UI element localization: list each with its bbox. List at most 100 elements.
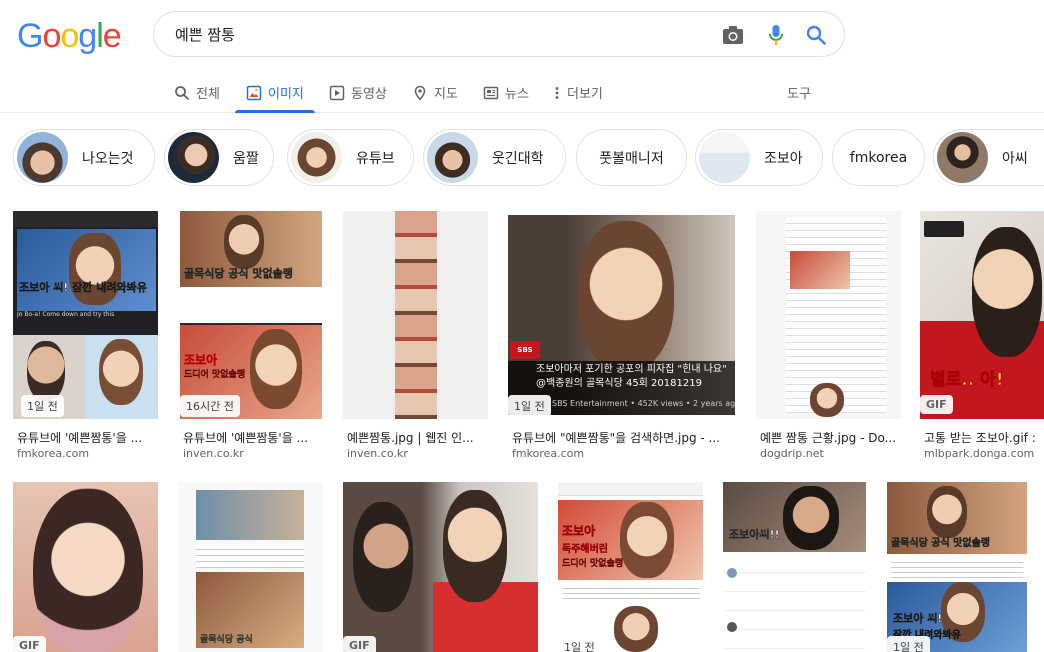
image-result[interactable]: 골목식당 공식 bbox=[178, 482, 323, 652]
image-result[interactable]: 예쁜 짬통 근황.jpg - Do... dogdrip.net bbox=[756, 211, 901, 461]
chip-thumbnail bbox=[291, 132, 342, 183]
chip[interactable]: fmkorea bbox=[832, 129, 925, 186]
tools-button[interactable]: 도구 bbox=[787, 72, 811, 113]
search-input[interactable] bbox=[175, 25, 715, 43]
chip-label: 움짤 bbox=[233, 150, 259, 167]
tab-label: 동영상 bbox=[351, 87, 387, 102]
gif-badge: GIF bbox=[343, 636, 376, 652]
result-source: inven.co.kr bbox=[183, 447, 244, 460]
time-badge: 1일 전 bbox=[558, 636, 601, 652]
chip-label: 나오는것 bbox=[82, 150, 134, 167]
time-badge: 1일 전 bbox=[887, 636, 930, 652]
chip[interactable]: 움짤 bbox=[164, 129, 274, 186]
thumbnail-overlay-text: 골목식당 공식 맛없솔랭 bbox=[184, 267, 293, 280]
thumbnail-overlay-text: 독주해버린 bbox=[562, 544, 608, 555]
chip-thumbnail bbox=[17, 132, 68, 183]
result-thumbnail bbox=[343, 211, 488, 419]
result-source: fmkorea.com bbox=[512, 447, 585, 460]
image-result[interactable]: GIF bbox=[343, 482, 538, 652]
thumbnail-overlay-text: 별로.. 아! bbox=[930, 370, 1004, 391]
microphone-icon[interactable] bbox=[764, 23, 788, 47]
thumbnail-overlay-text: 조보아 bbox=[562, 524, 596, 539]
time-badge: 1일 전 bbox=[508, 395, 551, 417]
tab-news[interactable]: 뉴스 bbox=[483, 72, 529, 113]
result-title: 유튜브에 '예쁜짬통'을 ... bbox=[183, 431, 309, 445]
thumbnail-overlay-text: 조보아 씨! 잠깐 내려와봐유 bbox=[19, 281, 147, 294]
image-result[interactable]: 조보아 독주해버린 드디어 맛없솔랭 1일 전 bbox=[558, 482, 703, 652]
thumbnail-overlay-text: 드디어 맛없솔랭 bbox=[562, 559, 624, 569]
google-logo[interactable]: Google bbox=[17, 17, 122, 56]
image-result[interactable]: 별로.. 아! GIF 고통 받는 조보아.gif : mlbpark.dong… bbox=[920, 211, 1044, 461]
result-title: 예쁜 짬통 근황.jpg - Do... bbox=[760, 431, 897, 445]
chip-label: 풋볼매니저 bbox=[599, 150, 664, 167]
time-badge: 1일 전 bbox=[21, 395, 64, 417]
image-icon bbox=[246, 85, 262, 100]
time-badge: 16시간 전 bbox=[180, 395, 240, 417]
chip-label: 조보아 bbox=[764, 150, 803, 167]
tab-label: 뉴스 bbox=[505, 87, 529, 102]
gif-badge: GIF bbox=[13, 636, 46, 652]
thumbnail-caption: Jo Bo-a! Come down and try this bbox=[17, 311, 115, 318]
video-icon bbox=[329, 85, 345, 100]
tab-all[interactable]: 전체 bbox=[174, 72, 220, 113]
result-title: 고통 받는 조보아.gif : bbox=[924, 431, 1036, 445]
logo-letter: o bbox=[42, 17, 61, 55]
sbs-logo: SBS bbox=[510, 341, 540, 359]
chip[interactable]: 나오는것 bbox=[13, 129, 155, 186]
chip-thumbnail bbox=[168, 132, 219, 183]
logo-letter: g bbox=[78, 17, 97, 55]
thumbnail-subcaption: SBS Entertainment • 452K views • 2 years… bbox=[552, 399, 735, 408]
more-vert-icon bbox=[555, 86, 559, 99]
image-result[interactable]: 조보아씨!! bbox=[723, 482, 866, 652]
thumbnail-overlay-text: 골목식당 공식 맛없솔랭 bbox=[891, 538, 990, 549]
tab-videos[interactable]: 동영상 bbox=[329, 72, 387, 113]
chip-label: 유튜브 bbox=[356, 150, 395, 167]
thumbnail-overlay-text: 조보아 bbox=[184, 353, 218, 368]
chip[interactable]: 풋볼매니저 bbox=[576, 129, 687, 186]
result-thumbnail bbox=[756, 211, 901, 419]
thumbnail-overlay-text: 조보아 씨! bbox=[893, 612, 943, 625]
chip-thumbnail bbox=[427, 132, 478, 183]
thumbnail-overlay-text: 조보아씨!! bbox=[729, 528, 780, 541]
tab-label: 더보기 bbox=[567, 87, 603, 102]
tab-more[interactable]: 더보기 bbox=[553, 72, 603, 113]
result-source: mlbpark.donga.com bbox=[924, 447, 1035, 460]
tools-label: 도구 bbox=[787, 87, 811, 102]
search-box bbox=[153, 11, 845, 57]
result-thumbnail: 별로.. 아! bbox=[920, 211, 1044, 419]
result-source: inven.co.kr bbox=[347, 447, 408, 460]
result-thumbnail: 골목식당 공식 맛없솔랭 조보아 드디어 맛없솔랭 bbox=[180, 211, 322, 419]
result-title: 예쁜짬통.jpg | 웹진 인... bbox=[347, 431, 474, 445]
logo-letter: e bbox=[102, 17, 122, 55]
result-thumbnail: 조보아 씨! 잠깐 내려와봐유 Jo Bo-a! Come down and t… bbox=[13, 211, 158, 419]
image-result[interactable]: GIF bbox=[13, 482, 158, 652]
tab-images[interactable]: 이미지 bbox=[235, 72, 315, 113]
gif-badge: GIF bbox=[920, 395, 953, 414]
camera-icon[interactable] bbox=[721, 23, 745, 47]
tab-label: 이미지 bbox=[268, 87, 304, 102]
image-result[interactable]: 골목식당 공식 맛없솔랭 조보아 씨! 잠깐 내려와봐유 1일 전 bbox=[887, 482, 1027, 652]
result-thumbnail: 조보아 독주해버린 드디어 맛없솔랭 bbox=[558, 482, 703, 652]
search-tabs: 전체 이미지 동영상 지도 뉴스 더보기 도구 bbox=[0, 72, 1044, 113]
news-icon bbox=[483, 86, 499, 99]
image-result[interactable]: 예쁜짬통.jpg | 웹진 인... inven.co.kr bbox=[343, 211, 488, 461]
chip[interactable]: 조보아 bbox=[695, 129, 823, 186]
tab-label: 전체 bbox=[196, 87, 220, 102]
result-thumbnail bbox=[343, 482, 538, 652]
search-icon[interactable] bbox=[804, 23, 828, 47]
logo-letter: G bbox=[17, 17, 43, 55]
image-result[interactable]: 골목식당 공식 맛없솔랭 조보아 드디어 맛없솔랭 16시간 전 유튜브에 '예… bbox=[180, 211, 322, 461]
chip[interactable]: 아씨 bbox=[933, 129, 1044, 186]
map-pin-icon bbox=[414, 85, 426, 101]
chip[interactable]: 웃긴대학 bbox=[423, 129, 566, 186]
chip-label: 아씨 bbox=[1002, 150, 1028, 167]
result-thumbnail: 골목식당 공식 bbox=[178, 482, 323, 652]
result-thumbnail: 골목식당 공식 맛없솔랭 조보아 씨! 잠깐 내려와봐유 bbox=[887, 482, 1027, 652]
tab-maps[interactable]: 지도 bbox=[412, 72, 458, 113]
chip-label: fmkorea bbox=[849, 149, 908, 166]
chip[interactable]: 유튜브 bbox=[287, 129, 414, 186]
image-result[interactable]: SBS 조보아마저 포기한 공포의 피자집 "힌내 나요" @백종원의 골목식당… bbox=[508, 211, 735, 461]
image-result[interactable]: 조보아 씨! 잠깐 내려와봐유 Jo Bo-a! Come down and t… bbox=[13, 211, 158, 461]
tab-label: 지도 bbox=[434, 87, 458, 102]
result-thumbnail: SBS 조보아마저 포기한 공포의 피자집 "힌내 나요" @백종원의 골목식당… bbox=[508, 211, 735, 419]
